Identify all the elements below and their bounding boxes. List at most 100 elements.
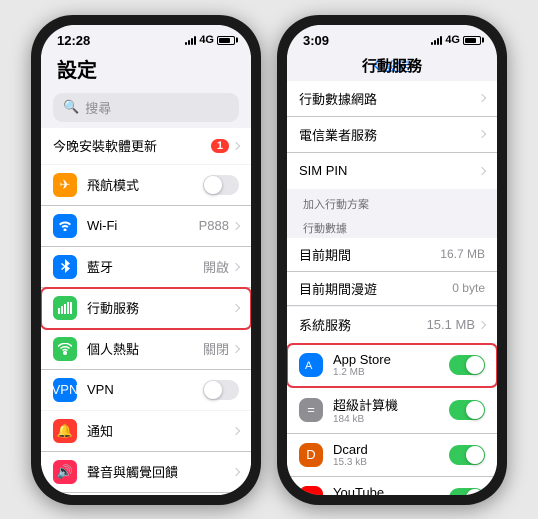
wifi-chevron	[232, 221, 240, 229]
list-item-youtube[interactable]: ▶ YouTube 26.7 kB	[287, 477, 497, 495]
network-type-left: 4G	[199, 34, 214, 46]
hotspot-chevron	[232, 344, 240, 352]
notifications-chevron	[232, 426, 240, 434]
data-section-header: 行動數據	[287, 214, 497, 238]
vpn-icon: VPN	[53, 378, 77, 402]
list-item-hotspot[interactable]: 個人熱點 關閉	[41, 329, 251, 370]
svg-text:A: A	[305, 360, 313, 372]
youtube-toggle[interactable]	[449, 488, 485, 495]
notifications-label: 通知	[87, 421, 233, 440]
bluetooth-label: 藍牙	[87, 257, 203, 276]
hotspot-label: 個人熱點	[87, 339, 203, 358]
calculator-icon: =	[299, 398, 323, 422]
list-item-airplane[interactable]: ✈ 飛航模式	[41, 165, 251, 206]
calculator-toggle[interactable]	[449, 400, 485, 420]
signal-icon	[185, 35, 196, 45]
current-period-label: 目前期間	[299, 245, 440, 264]
sim-pin-chevron	[478, 166, 486, 174]
status-icons-left: 4G	[185, 34, 235, 46]
system-services-label: 系統服務	[299, 315, 427, 334]
list-item-calculator[interactable]: = 超級計算機 184 kB	[287, 387, 497, 434]
bluetooth-chevron	[232, 262, 240, 270]
list-item-vpn[interactable]: VPN VPN	[41, 370, 251, 410]
search-placeholder: 搜尋	[85, 98, 111, 117]
appstore-size: 1.2 MB	[333, 367, 449, 378]
update-label: 今晚安裝軟體更新	[53, 136, 211, 155]
wifi-icon	[53, 214, 77, 238]
wifi-label: Wi-Fi	[87, 218, 199, 233]
list-item-notifications[interactable]: 🔔 通知	[41, 411, 251, 452]
list-item-system-services[interactable]: 系統服務 15.1 MB	[287, 307, 497, 343]
system-services-value: 15.1 MB	[427, 317, 475, 332]
hotspot-icon	[53, 337, 77, 361]
airplane-icon: ✈	[53, 173, 77, 197]
network-type-right: 4G	[445, 34, 460, 46]
list-item-sound[interactable]: 🔊 聲音與觸覺回饋	[41, 452, 251, 493]
cellular-data-label: 行動數據網路	[299, 89, 479, 108]
status-bar-right: 3:09 4G	[287, 25, 497, 52]
sim-pin-label: SIM PIN	[299, 163, 479, 178]
appstore-label: App Store	[333, 352, 449, 367]
list-item-dcard[interactable]: D Dcard 15.3 kB	[287, 434, 497, 477]
chevron-icon	[232, 141, 240, 149]
search-bar[interactable]: 🔍 搜尋	[53, 93, 239, 122]
time-right: 3:09	[303, 33, 329, 48]
current-period-value: 16.7 MB	[440, 247, 485, 261]
signal-icon-right	[431, 35, 442, 45]
appstore-icon: A	[299, 353, 323, 377]
sound-icon: 🔊	[53, 460, 77, 484]
plan-section-header: 加入行動方案	[287, 190, 497, 214]
cellular-icon	[53, 296, 77, 320]
airplane-toggle[interactable]	[203, 175, 239, 195]
status-icons-right: 4G	[431, 34, 481, 46]
cellular-label: 行動服務	[87, 298, 233, 317]
right-phone: 3:09 4G 設定 行動服務 行動數據網路	[277, 15, 507, 505]
update-badge: 1	[211, 139, 229, 153]
dcard-icon: D	[299, 443, 323, 467]
airplane-label: 飛航模式	[87, 175, 203, 194]
cellular-data-chevron	[478, 94, 486, 102]
list-item-cellular[interactable]: 行動服務	[41, 288, 251, 329]
vpn-toggle[interactable]	[203, 380, 239, 400]
youtube-label: YouTube	[333, 485, 449, 495]
carrier-label: 電信業者服務	[299, 125, 479, 144]
calculator-size: 184 kB	[333, 414, 449, 425]
list-item-carrier[interactable]: 電信業者服務	[287, 117, 497, 153]
dcard-info: Dcard 15.3 kB	[333, 442, 449, 468]
dcard-toggle[interactable]	[449, 445, 485, 465]
list-item-focus[interactable]: 🌙 專注模式	[41, 493, 251, 495]
list-item-wifi[interactable]: Wi-Fi P888	[41, 206, 251, 247]
cellular-chevron	[232, 303, 240, 311]
list-item-appstore[interactable]: A App Store 1.2 MB	[287, 344, 497, 387]
youtube-info: YouTube 26.7 kB	[333, 485, 449, 495]
appstore-info: App Store 1.2 MB	[333, 352, 449, 378]
list-item-cellular-data[interactable]: 行動數據網路	[287, 81, 497, 117]
time-left: 12:28	[57, 33, 90, 48]
notifications-icon: 🔔	[53, 419, 77, 443]
left-phone: 12:28 4G 設定 🔍 搜尋 今晚安裝軟體更新 1	[31, 15, 261, 505]
data-row-roaming: 目前期間漫遊 0 byte	[287, 272, 497, 306]
page-title-right: 行動服務	[362, 55, 422, 76]
roaming-value: 0 byte	[452, 281, 485, 295]
vpn-label: VPN	[87, 382, 203, 397]
roaming-label: 目前期間漫遊	[299, 279, 452, 298]
update-row[interactable]: 今晚安裝軟體更新 1	[41, 128, 251, 164]
hotspot-value: 關閉	[203, 339, 229, 358]
list-item-sim-pin[interactable]: SIM PIN	[287, 153, 497, 189]
system-services-chevron	[478, 320, 486, 328]
data-row-current: 目前期間 16.7 MB	[287, 238, 497, 272]
search-icon: 🔍	[63, 99, 79, 115]
sound-chevron	[232, 467, 240, 475]
sound-label: 聲音與觸覺回饋	[87, 462, 233, 481]
bluetooth-icon	[53, 255, 77, 279]
dcard-label: Dcard	[333, 442, 449, 457]
list-item-bluetooth[interactable]: 藍牙 開啟	[41, 247, 251, 288]
carrier-chevron	[478, 130, 486, 138]
battery-icon	[217, 36, 235, 45]
appstore-toggle[interactable]	[449, 355, 485, 375]
bluetooth-value: 開啟	[203, 257, 229, 276]
calculator-info: 超級計算機 184 kB	[333, 395, 449, 425]
calculator-label: 超級計算機	[333, 395, 449, 414]
page-title-left: 設定	[41, 52, 251, 89]
nav-header-right: 設定 行動服務	[287, 52, 497, 81]
